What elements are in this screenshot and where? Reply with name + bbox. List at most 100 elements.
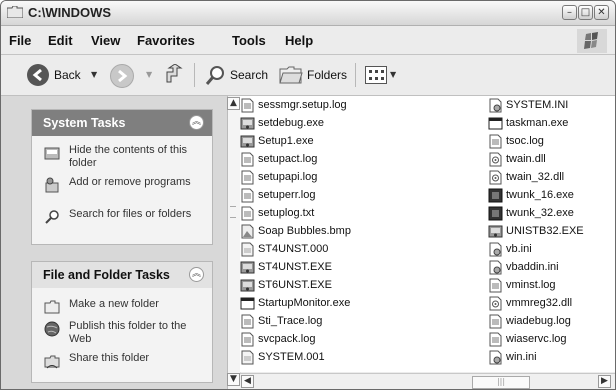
search-icon[interactable]	[204, 65, 226, 87]
add-remove-programs-icon	[45, 177, 59, 193]
file-item[interactable]: vminst.log	[488, 278, 615, 295]
file-name: setupact.log	[258, 153, 318, 165]
scroll-right-icon[interactable]: ▶	[598, 375, 611, 388]
exe-dark-icon	[488, 206, 503, 221]
scroll-thumb[interactable]: |||	[472, 376, 530, 389]
file-item[interactable]: StartupMonitor.exe	[240, 296, 375, 313]
file-name: Setup1.exe	[258, 135, 314, 147]
menu-tools[interactable]: Tools	[232, 33, 266, 48]
file-item[interactable]: tsoc.log	[488, 134, 615, 151]
file-item[interactable]: wiadebug.log	[488, 314, 615, 331]
file-item[interactable]: vb.ini	[488, 242, 615, 259]
back-dropdown-icon[interactable]: ▼	[91, 70, 97, 79]
ini-icon	[488, 242, 503, 257]
file-item[interactable]: taskman.exe	[488, 116, 615, 133]
file-item[interactable]: Soap Bubbles.bmp	[240, 224, 375, 241]
file-item[interactable]: UNISTB32.EXE	[488, 224, 615, 241]
exe-window-icon	[240, 296, 255, 311]
task-hide-contents[interactable]: Hide the contents of this folder	[44, 144, 204, 172]
menu-view[interactable]: View	[91, 33, 120, 48]
scroll-left-icon[interactable]: ◀	[241, 375, 254, 388]
scroll-up-icon[interactable]: ▲	[227, 97, 240, 110]
file-item[interactable]: setuplog.txt	[240, 206, 375, 223]
task-label: Search for files or folders	[69, 208, 192, 220]
file-item[interactable]: twunk_16.exe	[488, 188, 615, 205]
exe-dark-icon	[488, 188, 503, 203]
task-label: Share this folder	[69, 352, 150, 364]
forward-dropdown-icon[interactable]: ▼	[146, 70, 152, 79]
task-share-folder[interactable]: Share this folder	[44, 352, 204, 369]
close-button[interactable]: ✕	[594, 5, 609, 20]
view-dropdown-icon[interactable]: ▼	[390, 70, 396, 79]
collapse-up-icon[interactable]: ︽	[189, 267, 204, 282]
pane-splitter[interactable]: ▲ ▼	[227, 96, 241, 389]
title-bar[interactable]: C:\WINDOWS – □ ✕	[1, 1, 615, 26]
file-item[interactable]: ST6UNST.EXE	[240, 278, 375, 295]
file-item[interactable]: svcpack.log	[240, 332, 375, 349]
file-item[interactable]: Sti_Trace.log	[240, 314, 375, 331]
file-item[interactable]: sessmgr.setup.log	[240, 98, 375, 115]
dll-icon	[488, 170, 503, 185]
file-name: win.ini	[506, 351, 537, 363]
file-item[interactable]: setupapi.log	[240, 170, 375, 187]
file-item[interactable]: SYSTEM.001	[240, 350, 375, 367]
collapse-up-icon[interactable]: ︽	[189, 115, 204, 130]
task-search-files[interactable]: Search for files or folders	[44, 208, 204, 236]
text-file-icon	[240, 314, 255, 329]
back-button-label[interactable]: Back	[54, 68, 81, 82]
file-name: tsoc.log	[506, 135, 544, 147]
file-name: SYSTEM.INI	[506, 99, 569, 111]
file-item[interactable]: SYSTEM.INI	[488, 98, 615, 115]
file-item[interactable]: win.ini	[488, 350, 615, 367]
file-item[interactable]: twain.dll	[488, 152, 615, 169]
menu-file[interactable]: File	[9, 33, 31, 48]
file-item[interactable]: Setup1.exe	[240, 134, 375, 151]
folders-button-label[interactable]: Folders	[307, 68, 347, 82]
task-make-new-folder[interactable]: Make a new folder	[44, 298, 204, 314]
up-folder-icon[interactable]	[165, 64, 185, 86]
horizontal-scrollbar[interactable]: ◀ ||| ▶	[240, 373, 615, 389]
search-button-label[interactable]: Search	[230, 68, 268, 82]
file-name: svcpack.log	[258, 333, 316, 345]
file-item[interactable]: twain_32.dll	[488, 170, 615, 187]
folders-icon[interactable]	[279, 65, 303, 85]
scroll-down-icon[interactable]: ▼	[227, 373, 240, 386]
file-item[interactable]: vbaddin.ini	[488, 260, 615, 277]
forward-arrow-icon[interactable]	[110, 64, 134, 88]
back-arrow-icon[interactable]	[27, 64, 49, 86]
splitter-grip[interactable]	[230, 206, 236, 218]
menu-help[interactable]: Help	[285, 33, 313, 48]
file-item[interactable]: setdebug.exe	[240, 116, 375, 133]
file-item[interactable]: setuperr.log	[240, 188, 375, 205]
menu-favorites[interactable]: Favorites	[137, 33, 195, 48]
file-folder-tasks-panel: File and Folder Tasks ︽ Make a new folde…	[31, 261, 213, 383]
task-label: Hide the contents of this folder	[69, 144, 188, 169]
minimize-button[interactable]: –	[562, 5, 577, 20]
file-name: vminst.log	[506, 279, 556, 291]
file-item[interactable]: setupact.log	[240, 152, 375, 169]
file-item[interactable]: vmmreg32.dll	[488, 296, 615, 313]
task-add-remove-programs[interactable]: Add or remove programs	[44, 176, 204, 204]
exe-icon	[488, 224, 503, 239]
file-name: setuperr.log	[258, 189, 316, 201]
menu-edit[interactable]: Edit	[48, 33, 73, 48]
file-item[interactable]: twunk_32.exe	[488, 206, 615, 223]
maximize-button[interactable]: □	[578, 5, 593, 20]
task-publish-web[interactable]: Publish this folder to the Web	[44, 320, 204, 348]
file-name: ST4UNST.000	[258, 243, 329, 255]
file-item[interactable]: ST4UNST.EXE	[240, 260, 375, 277]
windows-logo-icon	[577, 29, 607, 53]
text-file-icon	[240, 332, 255, 347]
ini-icon	[488, 98, 503, 113]
file-item[interactable]: wiaservc.log	[488, 332, 615, 349]
file-folder-tasks-header[interactable]: File and Folder Tasks ︽	[32, 262, 212, 288]
view-menu-icon[interactable]	[365, 66, 387, 84]
task-label: Publish this folder to the Web	[69, 320, 187, 345]
system-tasks-header[interactable]: System Tasks ︽	[32, 110, 212, 136]
file-item[interactable]: ST4UNST.000	[240, 242, 375, 259]
file-name: vb.ini	[506, 243, 532, 255]
file-name: vbaddin.ini	[506, 261, 559, 273]
exe-icon	[240, 260, 255, 275]
new-folder-icon	[44, 300, 60, 314]
explorer-window: C:\WINDOWS – □ ✕ File Edit View Favorite…	[0, 0, 616, 390]
